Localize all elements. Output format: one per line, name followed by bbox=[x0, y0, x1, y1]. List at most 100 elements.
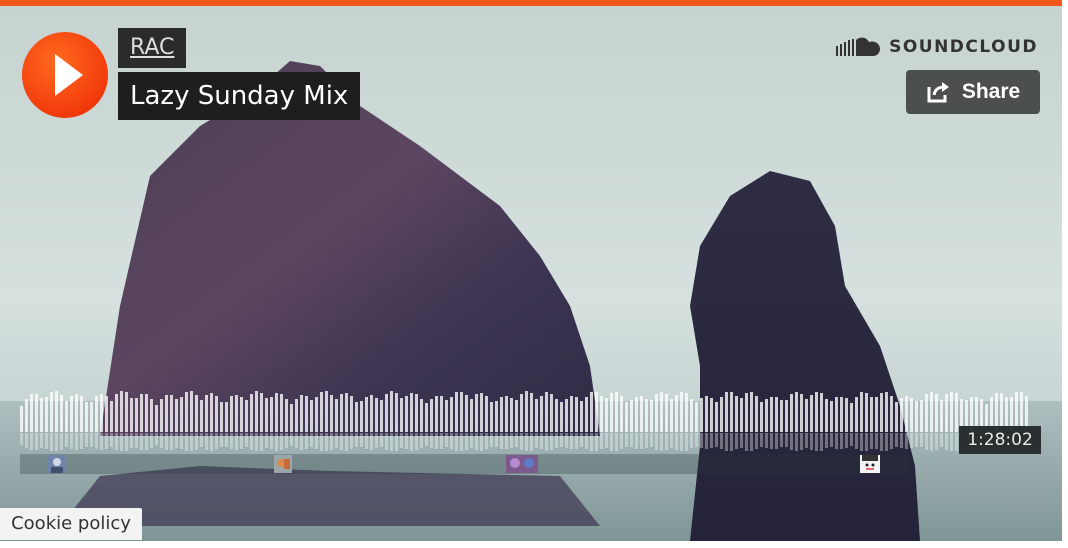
waveform-bar bbox=[830, 401, 833, 432]
waveform-bar-reflection bbox=[395, 433, 398, 451]
waveform-bar-reflection bbox=[920, 433, 923, 447]
comment-avatar[interactable] bbox=[274, 455, 292, 473]
waveform-bar bbox=[350, 396, 353, 432]
waveform-bar bbox=[620, 396, 623, 432]
waveform-bar bbox=[50, 392, 53, 432]
waveform-bar-reflection bbox=[790, 433, 793, 450]
waveform-bar bbox=[740, 398, 743, 432]
waveform-bar-reflection bbox=[410, 433, 413, 451]
waveform-bar bbox=[285, 399, 288, 432]
waveform-bar-reflection bbox=[25, 433, 28, 448]
waveform-bar bbox=[515, 400, 518, 432]
waveform-bar-reflection bbox=[505, 433, 508, 449]
waveform-bar-reflection bbox=[70, 433, 73, 449]
waveform-bar bbox=[180, 397, 183, 432]
waveform-bar-reflection bbox=[595, 433, 598, 451]
waveform-bar bbox=[815, 392, 818, 432]
waveform-bar-reflection bbox=[250, 433, 253, 450]
waveform-bar bbox=[100, 394, 103, 432]
waveform-bar-reflection bbox=[440, 433, 443, 449]
waveform-bar-reflection bbox=[135, 433, 138, 448]
waveform-bar bbox=[865, 393, 868, 432]
waveform-bar bbox=[220, 402, 223, 432]
waveform-bar-reflection bbox=[140, 433, 143, 450]
waveform-bar bbox=[670, 399, 673, 432]
waveform-bar bbox=[115, 394, 118, 432]
waveform-bar bbox=[365, 397, 368, 432]
waveform-bar-reflection bbox=[490, 433, 493, 447]
waveform-bar bbox=[545, 392, 548, 432]
waveform-bar bbox=[375, 398, 378, 432]
waveform-bar bbox=[485, 396, 488, 432]
artist-link[interactable]: RAC bbox=[118, 28, 187, 68]
waveform-bar bbox=[495, 401, 498, 432]
waveform-bar-reflection bbox=[130, 433, 133, 448]
waveform-bar-reflection bbox=[755, 433, 758, 449]
waveform[interactable] bbox=[20, 388, 1030, 454]
waveform-bar-reflection bbox=[245, 433, 248, 447]
waveform-bar-reflection bbox=[665, 433, 668, 450]
waveform-bar bbox=[955, 393, 958, 432]
waveform-bar-reflection bbox=[355, 433, 358, 447]
waveform-bar bbox=[890, 396, 893, 432]
waveform-bar-reflection bbox=[160, 433, 163, 448]
waveform-bar-reflection bbox=[485, 433, 488, 449]
waveform-bar-reflection bbox=[530, 433, 533, 451]
waveform-bar-reflection bbox=[55, 433, 58, 451]
waveform-bar-reflection bbox=[865, 433, 868, 451]
waveform-bar bbox=[160, 399, 163, 432]
waveform-bar-reflection bbox=[60, 433, 63, 450]
waveform-bar-reflection bbox=[185, 433, 188, 451]
waveform-bar-reflection bbox=[955, 433, 958, 451]
waveform-bar-reflection bbox=[260, 433, 263, 451]
waveform-bar bbox=[65, 401, 68, 432]
waveform-bar-reflection bbox=[420, 433, 423, 448]
waveform-bar-reflection bbox=[155, 433, 158, 445]
share-button[interactable]: Share bbox=[906, 70, 1040, 114]
cookie-policy-link[interactable]: Cookie policy bbox=[0, 508, 142, 540]
waveform-bar-reflection bbox=[510, 433, 513, 448]
waveform-bar bbox=[780, 400, 783, 432]
waveform-bar bbox=[615, 392, 618, 432]
waveform-bar-reflection bbox=[30, 433, 33, 450]
waveform-bar bbox=[845, 398, 848, 432]
comment-avatar[interactable] bbox=[48, 455, 66, 473]
track-title[interactable]: Lazy Sunday Mix bbox=[118, 72, 361, 120]
waveform-bar-reflection bbox=[830, 433, 833, 447]
waveform-bar bbox=[425, 403, 428, 432]
waveform-bar bbox=[775, 397, 778, 432]
waveform-bar bbox=[165, 395, 168, 432]
waveform-bar-reflection bbox=[565, 433, 568, 448]
waveform-bar-reflection bbox=[900, 433, 903, 448]
waveform-bar bbox=[695, 402, 698, 432]
waveform-bar-reflection bbox=[110, 433, 113, 447]
waveform-bar bbox=[475, 394, 478, 432]
track-duration: 1:28:02 bbox=[959, 426, 1041, 454]
waveform-bar-reflection bbox=[85, 433, 88, 447]
waveform-bar-reflection bbox=[515, 433, 518, 447]
waveform-bar-reflection bbox=[660, 433, 663, 451]
waveform-bar bbox=[710, 398, 713, 432]
waveform-bar-reflection bbox=[75, 433, 78, 450]
waveform-bar bbox=[145, 394, 148, 432]
waveform-bar bbox=[30, 394, 33, 432]
waveform-bar-reflection bbox=[120, 433, 123, 451]
play-button[interactable] bbox=[22, 32, 108, 118]
waveform-bar-reflection bbox=[870, 433, 873, 449]
waveform-bar bbox=[590, 392, 593, 432]
waveform-bar-reflection bbox=[380, 433, 383, 447]
waveform-bar-reflection bbox=[390, 433, 393, 451]
comment-avatar[interactable] bbox=[860, 455, 880, 473]
waveform-bar-reflection bbox=[645, 433, 648, 448]
waveform-bar bbox=[325, 391, 328, 432]
waveform-bar-reflection bbox=[225, 433, 228, 447]
waveform-bar-reflection bbox=[195, 433, 198, 450]
waveform-bar bbox=[465, 395, 468, 432]
waveform-bar bbox=[25, 399, 28, 432]
waveform-bar-reflection bbox=[575, 433, 578, 449]
waveform-bar-reflection bbox=[745, 433, 748, 451]
comment-avatar[interactable] bbox=[506, 455, 538, 473]
waveform-bar-reflection bbox=[555, 433, 558, 448]
soundcloud-logo[interactable]: SOUNDCLOUD bbox=[835, 36, 1038, 58]
soundcloud-logo-icon bbox=[836, 37, 881, 56]
